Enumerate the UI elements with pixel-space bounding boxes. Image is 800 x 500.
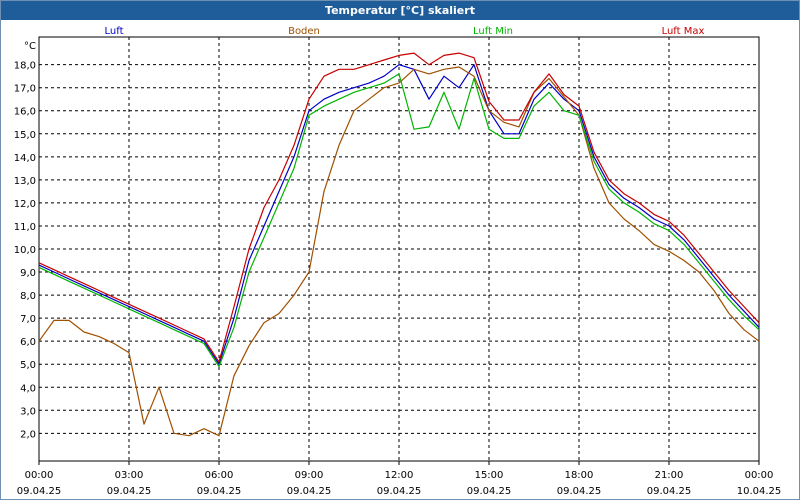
- x-tick-date-label: 10.04.25: [737, 486, 782, 497]
- y-tick-label: 4,0: [20, 383, 36, 394]
- y-tick-label: 16,0: [14, 107, 36, 118]
- x-tick-time-label: 21:00: [655, 470, 684, 481]
- y-tick-label: 6,0: [20, 337, 36, 348]
- y-tick-label: 9,0: [20, 268, 36, 279]
- x-tick-date-label: 09.04.25: [377, 486, 422, 497]
- y-tick-label: 14,0: [14, 153, 36, 164]
- y-tick-label: 2,0: [20, 429, 36, 440]
- legend-entry-luft-min: Luft Min: [473, 26, 513, 37]
- x-tick-time-label: 15:00: [475, 470, 504, 481]
- x-tick-time-label: 00:00: [25, 470, 54, 481]
- y-tick-label: 12,0: [14, 199, 36, 210]
- temperature-chart: 2,0 3,0 4,0 5,0 6,0 7,0 8,0 9,0 10,0 11,0 12,0 13,0…: [14, 26, 782, 497]
- x-tick-time-label: 12:00: [385, 470, 414, 481]
- x-tick-time-label: 03:00: [115, 470, 144, 481]
- x-tick-date-label: 09.04.25: [467, 486, 512, 497]
- x-tick-date-label: 09.04.25: [287, 486, 332, 497]
- x-tick-date-label: 09.04.25: [107, 486, 152, 497]
- x-tick-date-label: 09.04.25: [17, 486, 62, 497]
- x-tick-date-label: 09.04.25: [197, 486, 242, 497]
- y-tick-label: 17,0: [14, 84, 36, 95]
- y-tick-label: 10,0: [14, 245, 36, 256]
- legend-entry-luft: Luft: [105, 26, 124, 37]
- y-tick-label: 15,0: [14, 130, 36, 141]
- x-tick-time-label: 09:00: [295, 470, 324, 481]
- legend-entry-luft-max: Luft Max: [662, 26, 705, 37]
- chart-window: Temperatur [°C] skaliert 2,0 3,0 4,0 5,0 6,0…: [0, 0, 800, 500]
- y-tick-label: 11,0: [14, 222, 36, 233]
- y-tick-label: 7,0: [20, 314, 36, 325]
- x-tick-date-label: 09.04.25: [647, 486, 692, 497]
- x-tick-time-label: 18:00: [565, 470, 594, 481]
- x-tick-time-label: 06:00: [205, 470, 234, 481]
- y-tick-label: 5,0: [20, 360, 36, 371]
- y-tick-label: 3,0: [20, 406, 36, 417]
- x-tick-time-label: 00:00: [745, 470, 774, 481]
- y-tick-label: 8,0: [20, 291, 36, 302]
- y-axis-unit-label: °C: [24, 41, 36, 52]
- y-tick-label: 13,0: [14, 176, 36, 187]
- y-tick-label: 18,0: [14, 61, 36, 72]
- legend-entry-boden: Boden: [288, 26, 320, 37]
- x-tick-date-label: 09.04.25: [557, 486, 602, 497]
